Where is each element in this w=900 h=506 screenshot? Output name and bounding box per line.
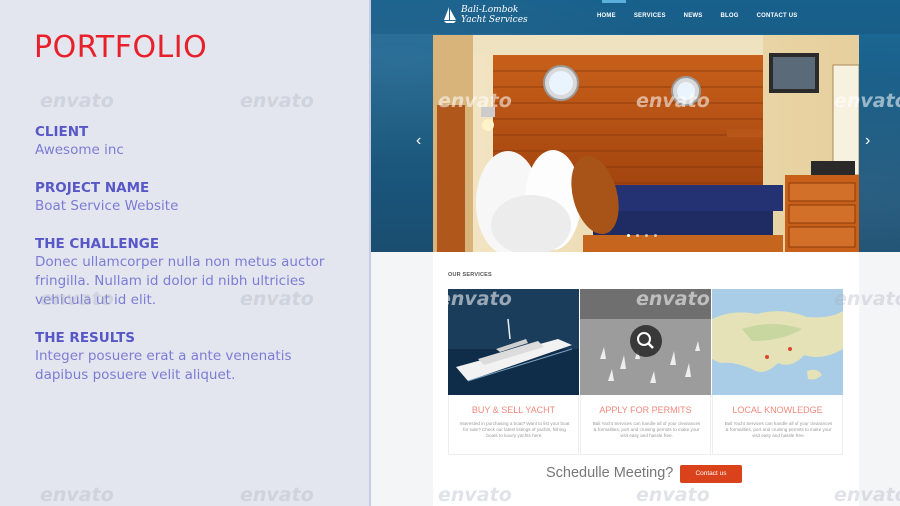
slider-dots — [627, 234, 657, 237]
search-icon — [637, 332, 654, 349]
watermark: envato — [240, 484, 314, 506]
service-column: BUY & SELL YACHT Interested in purchasin… — [448, 395, 579, 455]
slider-next-arrow[interactable]: › — [865, 133, 870, 149]
nav-active-indicator — [602, 0, 626, 3]
section-body: Boat Service Website — [35, 198, 179, 214]
section-heading: THE RESULTS — [35, 330, 136, 346]
service-text: Interested in purchasing a boat? Want to… — [459, 421, 570, 438]
watermark: envato — [834, 90, 900, 112]
watermark: envato — [438, 90, 512, 112]
service-title[interactable]: LOCAL KNOWLEDGE — [713, 405, 842, 415]
cta-text: Schedulle Meeting? — [546, 465, 674, 481]
service-column: LOCAL KNOWLEDGE Bali Yacht Services can … — [712, 395, 843, 455]
hero-slide-image — [433, 35, 859, 252]
slider-prev-arrow[interactable]: ‹ — [416, 133, 421, 149]
watermark: envato — [834, 484, 900, 506]
watermark: envato — [240, 288, 314, 310]
nav-services[interactable]: SERVICES — [634, 13, 666, 19]
watermark: envato — [438, 484, 512, 506]
bali-map-image — [712, 289, 843, 395]
service-title[interactable]: APPLY FOR PERMITS — [581, 405, 710, 415]
services-title: OUR SERVICES — [448, 272, 492, 278]
info-panel: PORTFOLIO CLIENT Awesome inc PROJECT NAM… — [0, 0, 371, 506]
contact-us-button[interactable]: Contact us — [680, 465, 742, 483]
nav-home[interactable]: HOME — [597, 13, 616, 19]
service-text: Bali Yacht Services can handle all of yo… — [724, 421, 833, 438]
zoom-overlay[interactable] — [630, 325, 662, 357]
slider-dot[interactable] — [627, 234, 630, 237]
section-body: Awesome inc — [35, 142, 124, 158]
watermark: envato — [834, 288, 900, 310]
watermark: envato — [40, 484, 114, 506]
watermark: envato — [240, 90, 314, 112]
section-heading: THE CHALLENGE — [35, 236, 160, 252]
slider-dot[interactable] — [645, 234, 648, 237]
sailboat-icon — [444, 7, 456, 23]
site-nav: HOME SERVICES NEWS BLOG CONTACT US — [597, 13, 798, 19]
client-section: CLIENT Awesome inc — [35, 124, 335, 160]
watermark: envato — [40, 90, 114, 112]
watermark: envato — [636, 484, 710, 506]
site-logo[interactable]: Bali-Lombok Yacht Services — [443, 5, 528, 25]
watermark: envato — [636, 90, 710, 112]
map-thumbnail[interactable] — [712, 289, 843, 395]
website-mockup: Bali-Lombok Yacht Services HOME SERVICES… — [371, 0, 900, 506]
watermark: envato — [40, 288, 114, 310]
nav-news[interactable]: NEWS — [684, 13, 703, 19]
page-title: PORTFOLIO — [34, 30, 208, 65]
logo-line-2: Yacht Services — [461, 15, 528, 25]
service-title[interactable]: BUY & SELL YACHT — [449, 405, 578, 415]
project-section: PROJECT NAME Boat Service Website — [35, 180, 335, 216]
slider-dot[interactable] — [636, 234, 639, 237]
results-section: THE RESULTS Integer posuere erat a ante … — [35, 330, 335, 385]
slider-dot[interactable] — [654, 234, 657, 237]
section-heading: PROJECT NAME — [35, 180, 150, 196]
yacht-cabin-image — [433, 35, 859, 252]
watermark: envato — [636, 288, 710, 310]
section-heading: CLIENT — [35, 124, 89, 140]
service-text: Bali Yacht Services can handle all of yo… — [592, 421, 701, 438]
watermark: envato — [438, 288, 512, 310]
service-column: APPLY FOR PERMITS Bali Yacht Services ca… — [580, 395, 711, 455]
section-body: Integer posuere erat a ante venenatis da… — [35, 348, 292, 383]
nav-contact[interactable]: CONTACT US — [757, 13, 798, 19]
logo-line-1: Bali-Lombok — [461, 5, 519, 15]
nav-blog[interactable]: BLOG — [720, 13, 738, 19]
